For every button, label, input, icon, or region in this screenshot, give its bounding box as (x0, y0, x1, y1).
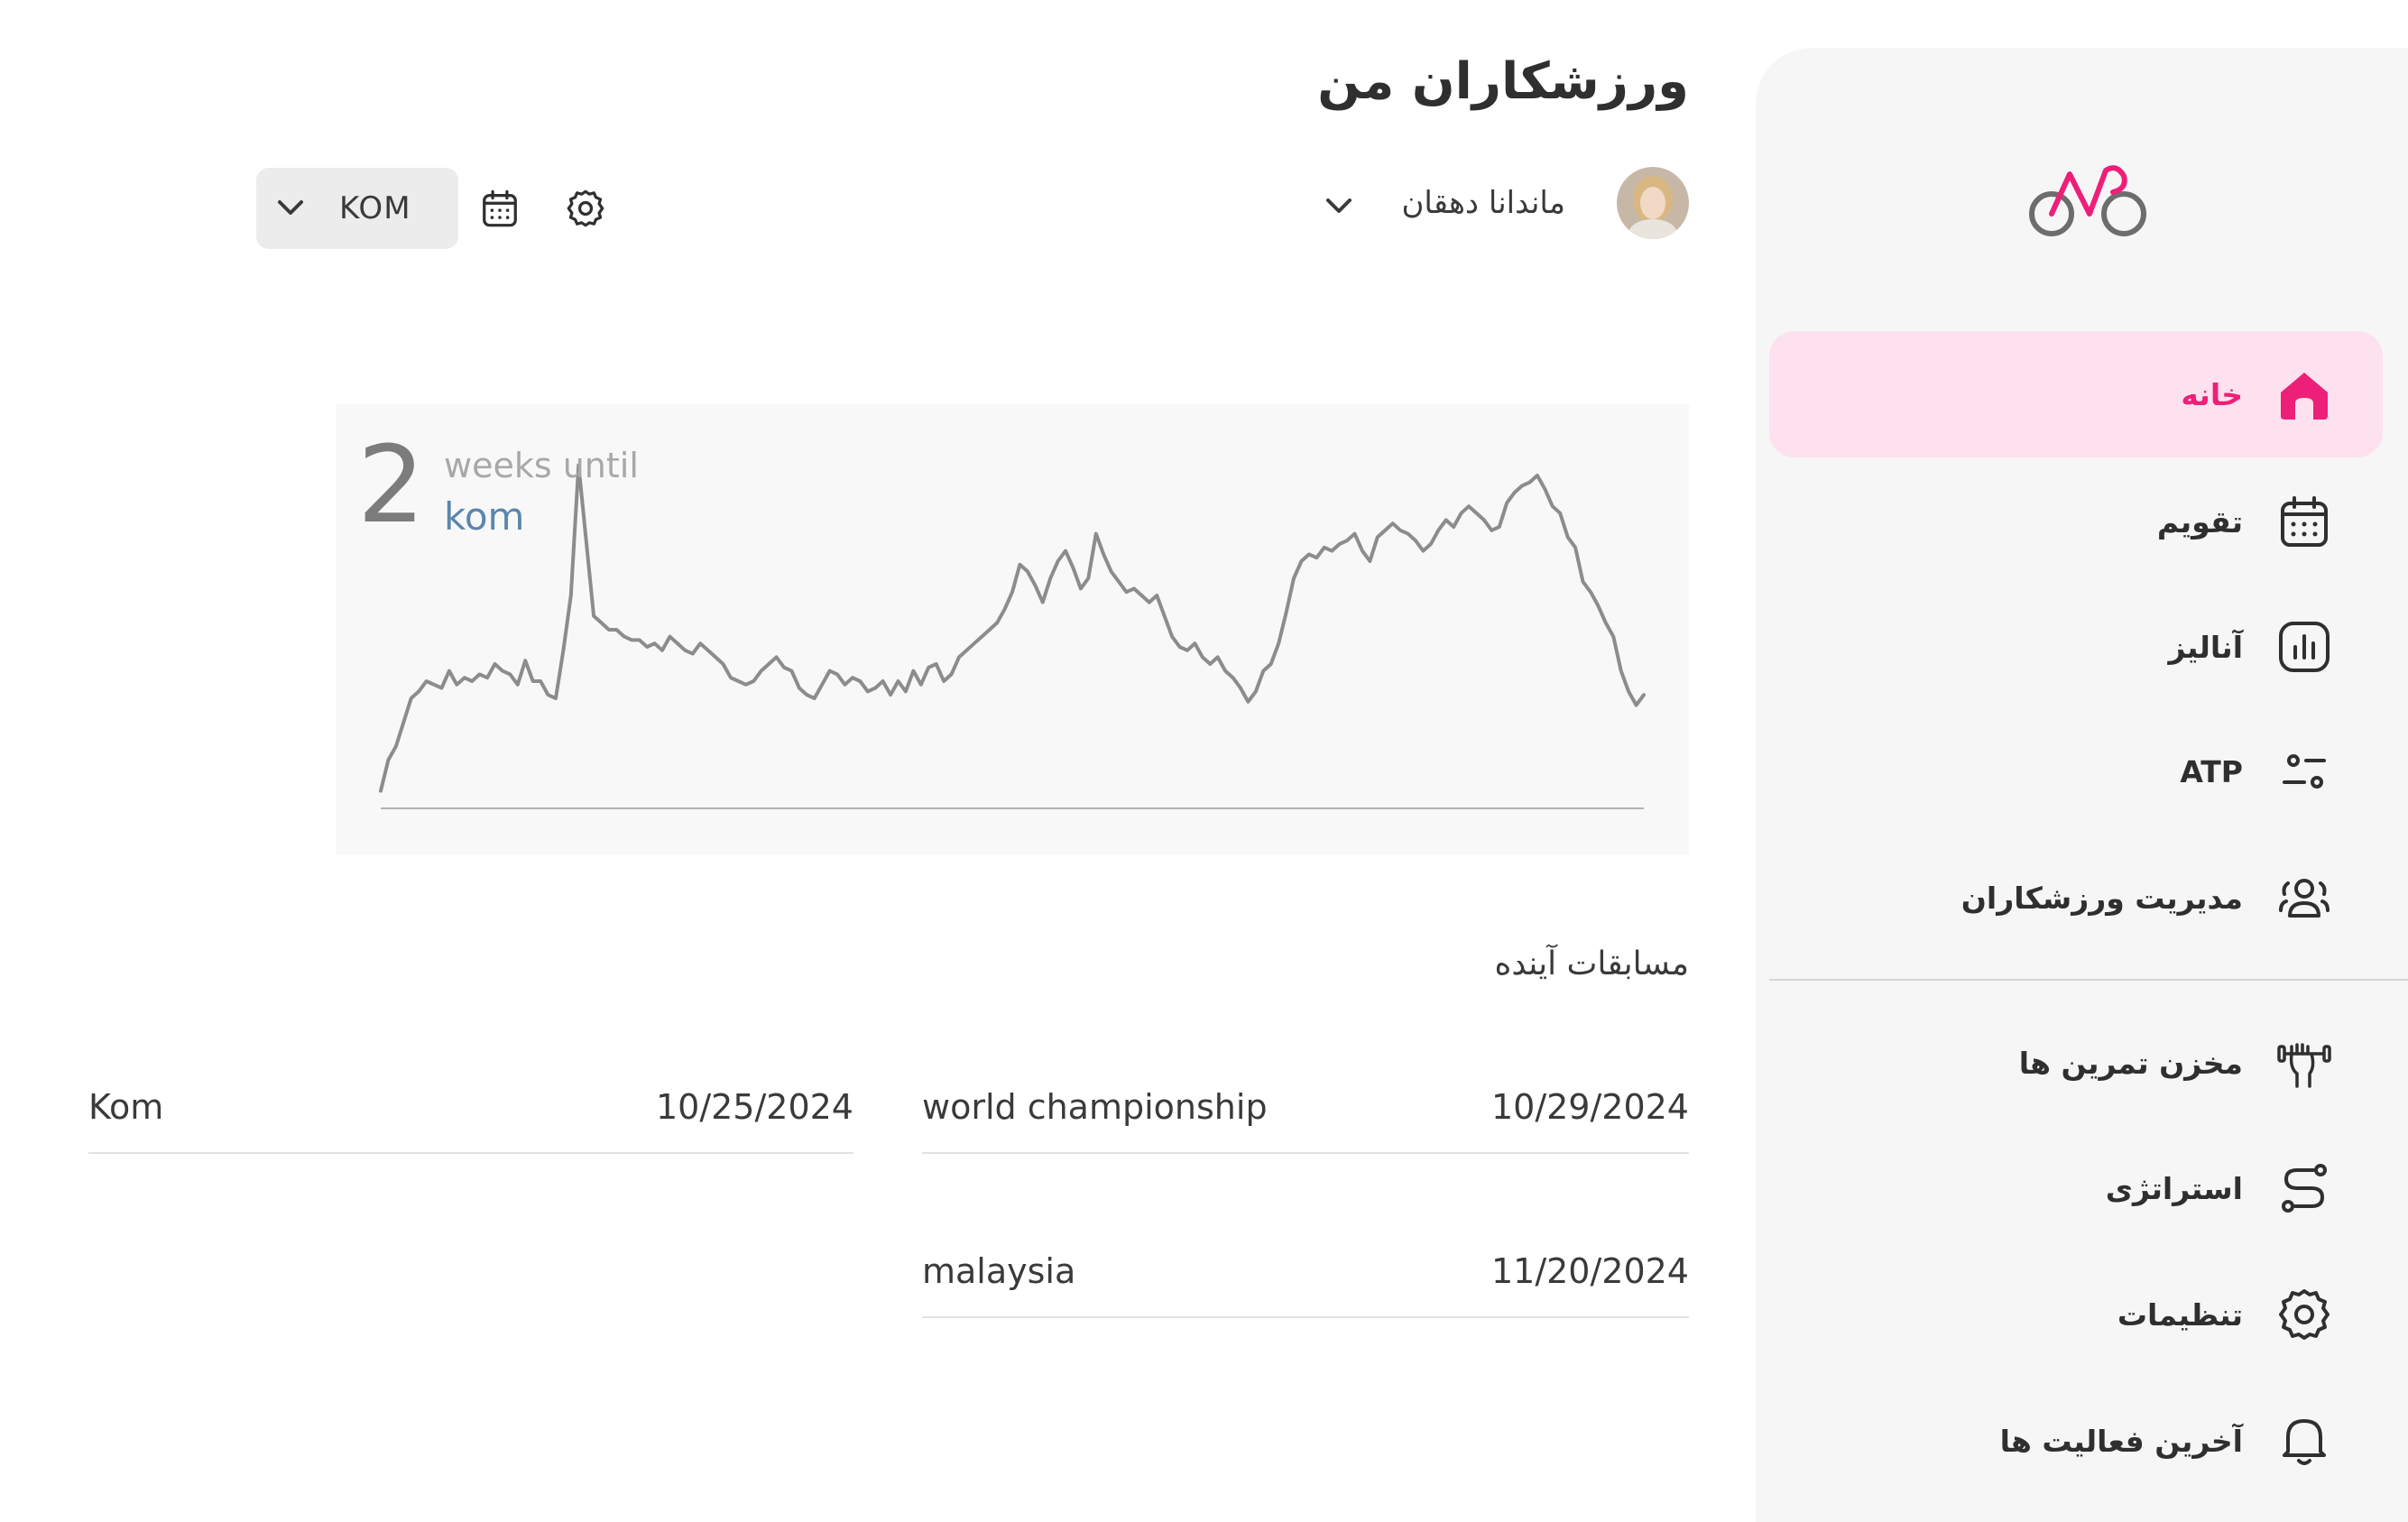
sidebar-item-label: خانه (2181, 376, 2243, 412)
race-name: malaysia (922, 1251, 1076, 1291)
countdown-chart: 2 weeks until kom (336, 404, 1689, 855)
gear-icon (2279, 1289, 2330, 1340)
page-title: ورزشکاران من (1317, 52, 1689, 111)
home-icon (2281, 373, 2328, 420)
sidebar-item-label: مخزن تمرین ها (2018, 1045, 2243, 1081)
race-name: Kom (88, 1087, 164, 1127)
race-select[interactable]: KOM (256, 168, 458, 249)
chart-icon (2279, 622, 2330, 672)
athlete-name[interactable]: ماندانا دهقان (1401, 185, 1565, 221)
sidebar-item-recent-activities[interactable]: آخرین فعالیت ها (1769, 1378, 2383, 1504)
bell-icon (2283, 1419, 2326, 1465)
goal-race-name: kom (444, 494, 525, 539)
sidebar-item-label: تنظیمات (2117, 1296, 2243, 1333)
race-date: 10/29/2024 (1490, 1087, 1689, 1127)
race-date: 11/20/2024 (1490, 1251, 1689, 1291)
race-date: 10/25/2024 (655, 1087, 853, 1127)
race-row[interactable]: malaysia 11/20/2024 (922, 1251, 1689, 1318)
settings-gear-icon[interactable] (565, 188, 606, 229)
sidebar-item-strategy[interactable]: استراتژی (1769, 1125, 2383, 1251)
users-icon (2279, 879, 2330, 918)
sidebar-item-label: تقویم (2156, 503, 2243, 540)
race-row[interactable]: Kom 10/25/2024 (88, 1087, 853, 1154)
calendar-icon[interactable] (479, 187, 521, 230)
sidebar-item-athlete-management[interactable]: مدیریت ورزشکاران (1769, 835, 2383, 961)
workout-library-icon (2277, 1043, 2331, 1088)
sidebar-item-atp[interactable]: ATP (1769, 708, 2383, 835)
chevron-down-icon[interactable] (1321, 193, 1357, 220)
sidebar-item-label: استراتژی (2105, 1170, 2243, 1206)
weeks-count: 2 (357, 422, 426, 547)
chart-points (381, 466, 1644, 791)
sidebar-item-label: مدیریت ورزشکاران (1961, 880, 2243, 916)
sidebar-item-home[interactable]: خانه (1769, 331, 2383, 457)
avatar[interactable] (1617, 167, 1689, 239)
sidebar-divider (1769, 979, 2408, 981)
weeks-until-label: weeks until (444, 446, 639, 485)
upcoming-races-heading: مسابقات آینده (1494, 945, 1689, 982)
calendar-icon (2281, 496, 2328, 547)
sidebar-item-workout-library[interactable]: مخزن تمرین ها (1769, 1000, 2383, 1126)
chevron-down-icon (278, 200, 303, 215)
sidebar-item-label: آنالیز (2168, 629, 2243, 665)
route-icon (2282, 1164, 2327, 1213)
race-select-value: KOM (339, 190, 411, 226)
sidebar-item-label: ATP (2180, 753, 2243, 789)
sidebar-item-label: آخرین فعالیت ها (1999, 1423, 2243, 1459)
sliders-icon (2283, 754, 2326, 789)
chart-series-line (379, 463, 1646, 793)
avatar-image (1617, 167, 1689, 239)
race-name: world championship (922, 1087, 1268, 1127)
race-row[interactable]: world championship 10/29/2024 (922, 1087, 1689, 1154)
sidebar: خانه تقویم آنالیز ATP مدیریت ورزشکاران م… (1756, 48, 2408, 1522)
sidebar-item-calendar[interactable]: تقویم (1769, 458, 2383, 585)
sidebar-item-analysis[interactable]: آنالیز (1769, 584, 2383, 710)
sidebar-item-settings[interactable]: تنظیمات (1769, 1251, 2383, 1378)
bike-logo-icon (2029, 165, 2146, 236)
